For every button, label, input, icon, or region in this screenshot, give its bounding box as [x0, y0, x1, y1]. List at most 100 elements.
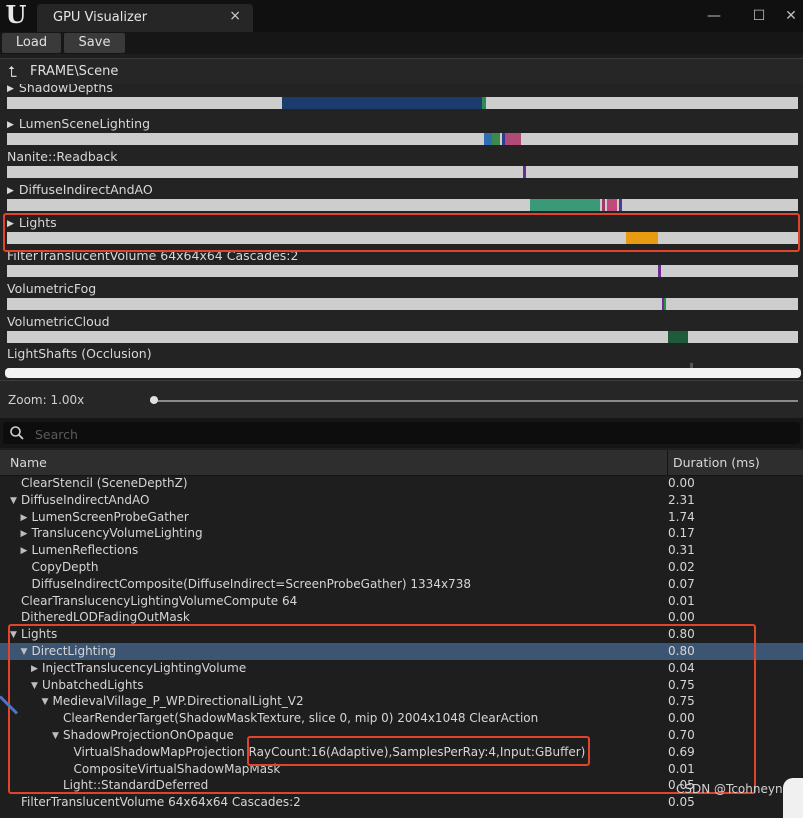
breadcrumb-path[interactable]: FRAME\Scene [30, 64, 118, 79]
search-box[interactable] [3, 422, 800, 444]
timeline-segment[interactable] [690, 363, 693, 368]
table-row[interactable]: DiffuseIndirectComposite(DiffuseIndirect… [0, 576, 803, 593]
tab-gpu-visualizer[interactable]: GPU Visualizer × [37, 4, 253, 32]
table-row[interactable]: ▼ MedievalVillage_P_WP.DirectionalLight_V… [0, 693, 803, 710]
timeline-segment[interactable] [530, 199, 600, 211]
expanded-arrow-icon[interactable]: ▼ [42, 697, 53, 707]
timeline-bar-lightshafts[interactable] [5, 368, 801, 378]
timeline-segment[interactable] [484, 133, 492, 145]
timeline-segment[interactable] [505, 133, 521, 145]
row-name-text: FilterTranslucentVolume 64x64x64 Cascade… [21, 795, 301, 808]
expand-arrow-icon[interactable]: ▶ [7, 219, 14, 229]
timeline-segment[interactable] [626, 232, 658, 244]
zoom-label: Zoom: 1.00x [8, 393, 85, 407]
table-row[interactable]: DitheredLODFadingOutMask 0.00 [0, 609, 803, 626]
collapsed-arrow-icon[interactable]: ▶ [21, 529, 32, 539]
save-button[interactable]: Save [64, 33, 125, 53]
row-name-text: CopyDepth [31, 560, 99, 574]
timeline-segment[interactable] [607, 199, 617, 211]
row-duration: 0.00 [668, 711, 695, 726]
table-row[interactable]: ClearRenderTarget(ShadowMaskTexture, sli… [0, 710, 803, 727]
timeline-row-nanite-readback[interactable]: Nanite::Readback [0, 149, 803, 182]
timeline-row-volumetriccloud[interactable]: VolumetricCloud [0, 314, 803, 347]
table-row[interactable]: ▶ InjectTranslucencyLightingVolume 0.04 [0, 660, 803, 677]
timeline-segment[interactable] [492, 133, 500, 145]
timeline-segment[interactable] [482, 97, 486, 109]
timeline-row-filtertranslucentvolume[interactable]: FilterTranslucentVolume 64x64x64 Cascade… [0, 248, 803, 281]
table-row[interactable]: FilterTranslucentVolume 64x64x64 Cascade… [0, 794, 803, 808]
table-row[interactable]: ClearStencil (SceneDepthZ) 0.00 [0, 475, 803, 492]
timeline-bar[interactable] [7, 232, 798, 244]
table-row[interactable]: ClearTranslucencyLightingVolumeCompute 6… [0, 593, 803, 610]
row-name: DitheredLODFadingOutMask [10, 610, 190, 624]
row-name: ▼ DiffuseIndirectAndAO [10, 493, 149, 507]
unreal-engine-logo-icon: U [5, 0, 27, 29]
collapsed-arrow-icon[interactable]: ▶ [21, 513, 32, 523]
column-header-name[interactable]: Name [10, 455, 47, 470]
minimize-icon[interactable]: — [702, 6, 726, 26]
row-duration: 1.74 [668, 509, 695, 524]
column-divider[interactable] [667, 450, 668, 475]
timeline-segment[interactable] [619, 199, 622, 211]
timeline-bar[interactable] [7, 166, 798, 178]
timeline-bar[interactable] [7, 265, 798, 277]
row-name: ClearStencil (SceneDepthZ) [10, 476, 188, 490]
timeline-bar[interactable] [7, 133, 798, 145]
expanded-arrow-icon[interactable]: ▼ [10, 630, 21, 640]
expand-arrow-icon[interactable]: ▶ [7, 186, 14, 196]
table-row[interactable]: CompositeVirtualShadowMapMask 0.01 [0, 761, 803, 778]
column-header-duration[interactable]: Duration (ms) [673, 455, 760, 470]
row-duration: 0.04 [668, 660, 695, 675]
table-row[interactable]: CopyDepth 0.02 [0, 559, 803, 576]
collapsed-arrow-icon[interactable]: ▶ [31, 664, 42, 674]
navigate-up-icon[interactable]: ⮤ [8, 63, 17, 81]
timeline-segment[interactable] [282, 97, 482, 109]
corner-overlay [783, 778, 803, 818]
window-close-icon[interactable]: ✕ [779, 6, 803, 26]
expand-arrow-icon[interactable]: ▶ [7, 120, 14, 130]
table-row[interactable]: ▼ Lights 0.80 [0, 626, 803, 643]
table-row[interactable]: ▶ LumenReflections 0.31 [0, 542, 803, 559]
timeline-bar[interactable] [7, 199, 798, 211]
maximize-icon[interactable]: ☐ [747, 6, 771, 26]
timeline-row-lights[interactable]: ▶ Lights [0, 215, 803, 248]
timeline-bar[interactable] [7, 97, 798, 109]
table-row[interactable]: ▶ LumenScreenProbeGather 1.74 [0, 509, 803, 526]
row-duration: 0.70 [668, 728, 695, 742]
table-row[interactable]: ▼ DiffuseIndirectAndAO 2.31 [0, 492, 803, 509]
expanded-arrow-icon[interactable]: ▼ [31, 681, 42, 691]
expanded-arrow-icon[interactable]: ▼ [52, 731, 63, 741]
tab-close-icon[interactable]: × [229, 8, 241, 24]
timeline-segment[interactable] [658, 265, 661, 277]
row-name-text: DitheredLODFadingOutMask [21, 610, 190, 625]
timeline-bar[interactable] [7, 331, 798, 343]
title-bar: U GPU Visualizer × — ☐ ✕ [0, 0, 803, 32]
expand-arrow-icon[interactable]: ▶ [7, 84, 14, 94]
timeline-segment[interactable] [664, 298, 666, 310]
collapsed-arrow-icon[interactable]: ▶ [21, 546, 32, 556]
timeline-row-volumetricfog[interactable]: VolumetricFog [0, 281, 803, 314]
timeline-segment[interactable] [668, 331, 688, 343]
table-row[interactable]: VirtualShadowMapProjection RayCount:16(A… [0, 744, 803, 761]
search-input[interactable] [33, 424, 737, 444]
load-button[interactable]: Load [2, 33, 61, 53]
expanded-arrow-icon[interactable]: ▼ [21, 647, 32, 657]
zoom-slider-track[interactable] [150, 400, 798, 402]
timeline-row-lumenscenelighting[interactable]: ▶ LumenSceneLighting [0, 116, 803, 149]
row-name-text: Light::StandardDeferred [63, 778, 209, 793]
timeline-segment[interactable] [523, 166, 526, 178]
table-row[interactable]: ▶ TranslucencyVolumeLighting 0.17 [0, 525, 803, 542]
row-name: ▶ InjectTranslucencyLightingVolume [31, 661, 246, 675]
timeline-bar[interactable] [7, 298, 798, 310]
table-row[interactable]: ▼ UnbatchedLights 0.75 [0, 677, 803, 694]
expanded-arrow-icon[interactable]: ▼ [10, 496, 21, 506]
zoom-slider-thumb[interactable] [150, 396, 158, 404]
timeline-row-shadowdepths[interactable]: ▶ ShadowDepths [0, 84, 803, 113]
timeline-panel[interactable]: ▶ ShadowDepths ▶ LumenSceneLighting Nanite… [0, 84, 803, 380]
timeline-row-diffuseindirectandao[interactable]: ▶ DiffuseIndirectAndAO [0, 182, 803, 215]
table-row[interactable]: ▼ ShadowProjectionOnOpaque 0.70 [0, 727, 803, 744]
row-name-text: ClearTranslucencyLightingVolumeCompute 6… [21, 593, 298, 608]
timeline-segment[interactable] [602, 199, 605, 211]
row-name-text: TranslucencyVolumeLighting [31, 526, 203, 541]
table-row[interactable]: ▼ DirectLighting 0.80 [0, 643, 803, 660]
